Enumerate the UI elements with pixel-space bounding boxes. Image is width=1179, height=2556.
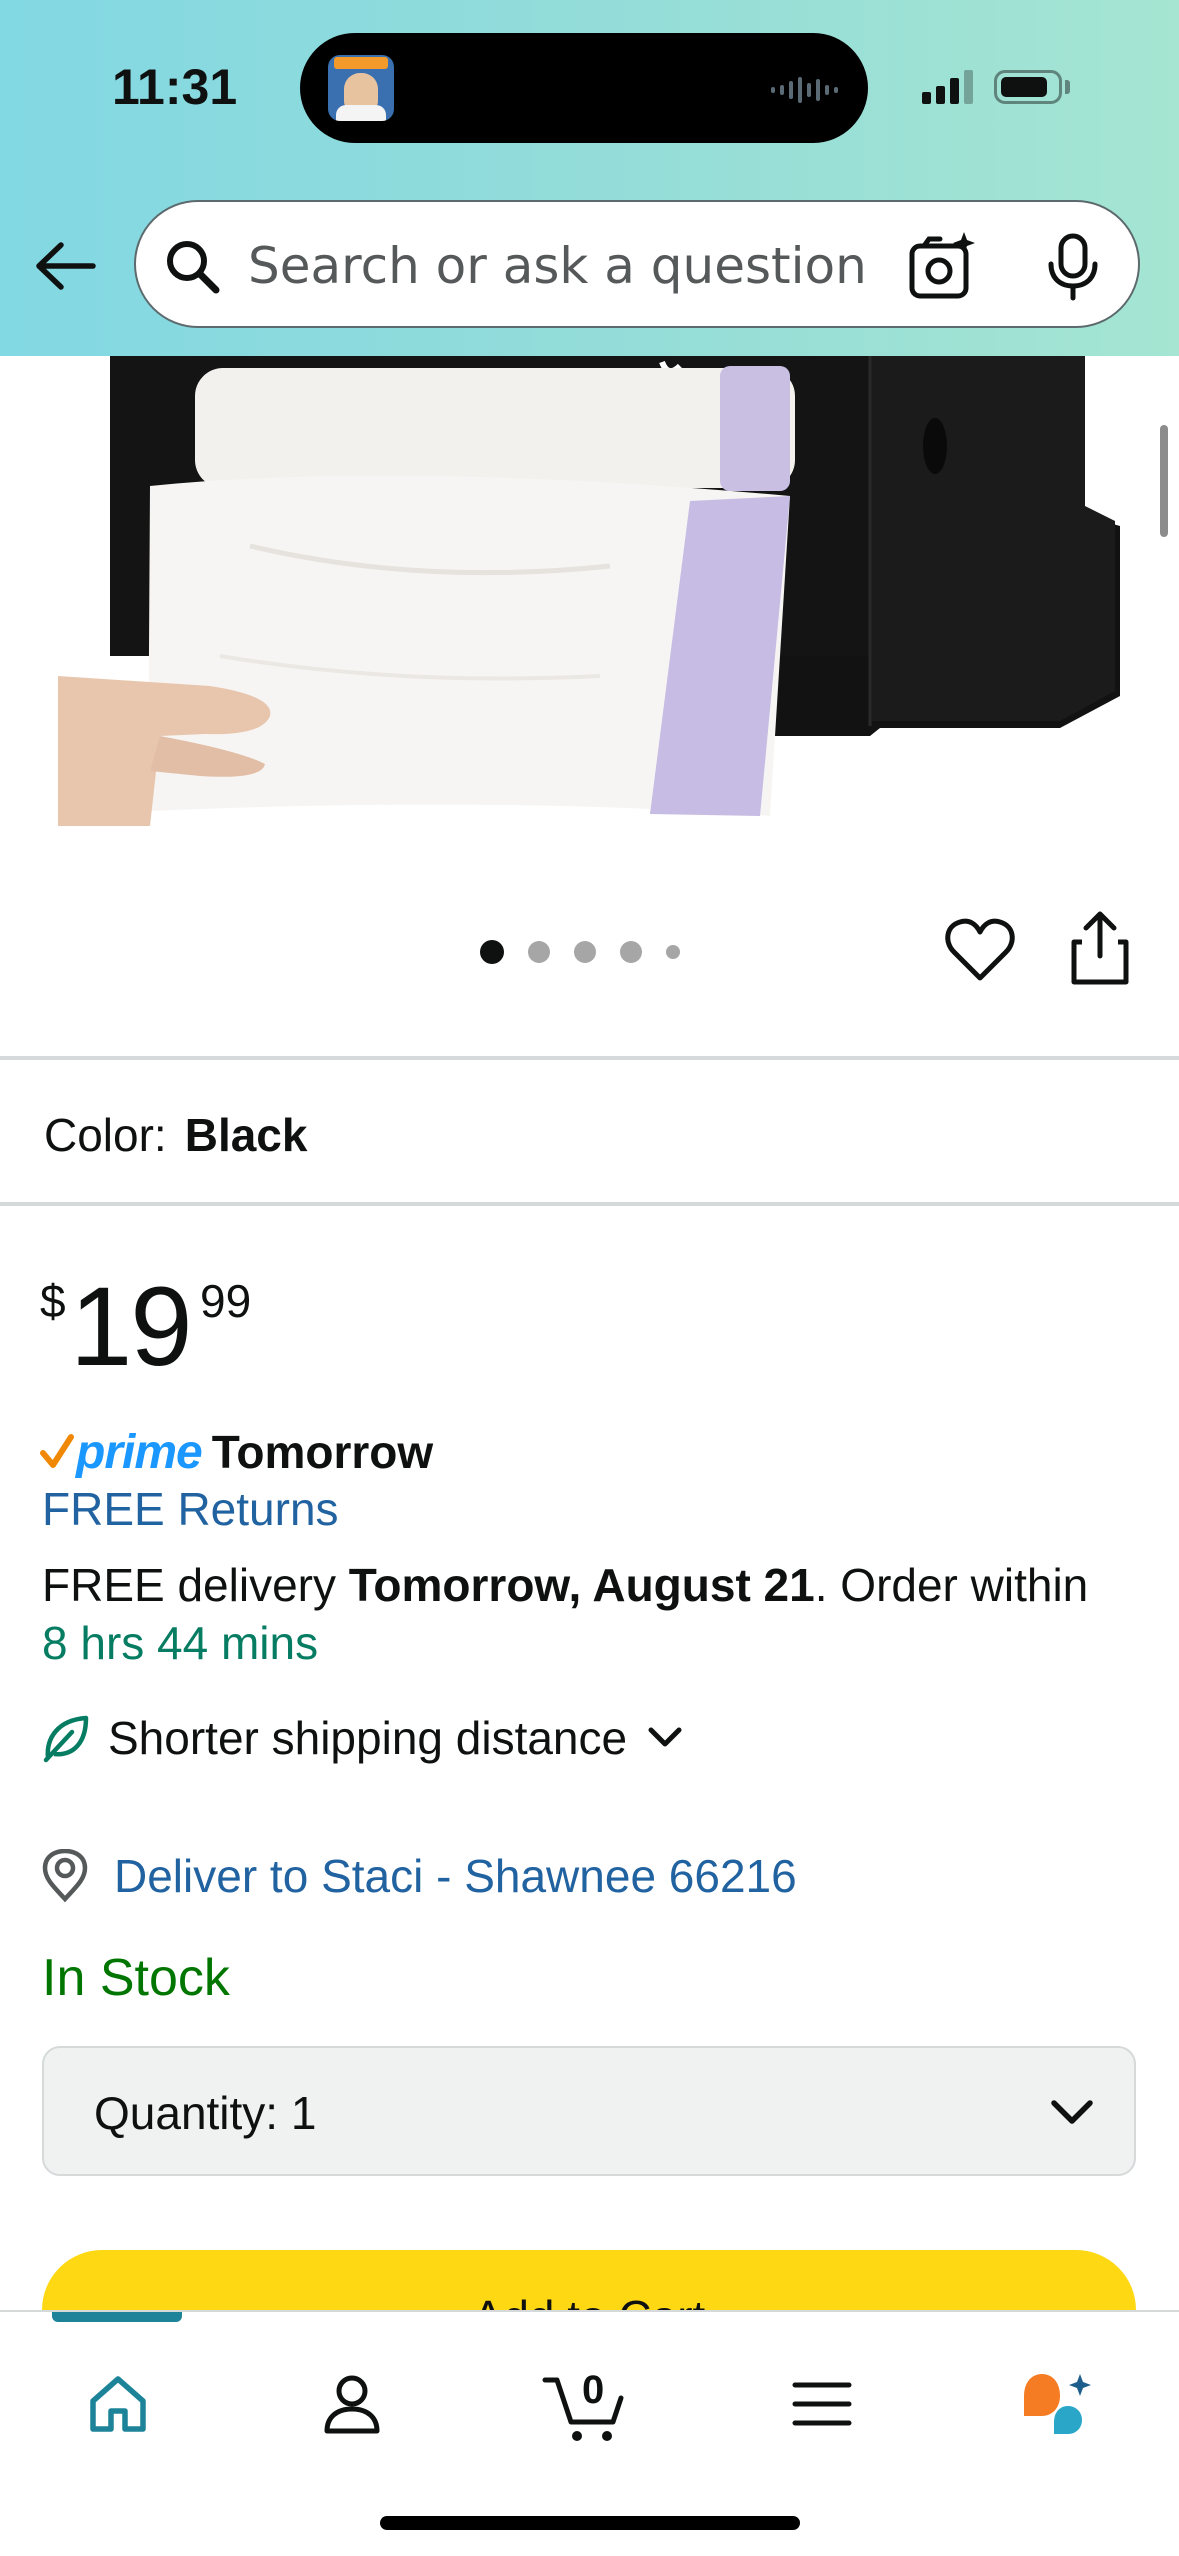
shipping-distance-label: Shorter shipping distance xyxy=(108,1712,628,1764)
search-input[interactable] xyxy=(248,230,908,302)
prime-delivery-day: Tomorrow xyxy=(211,1426,434,1478)
heart-icon[interactable] xyxy=(940,910,1020,990)
prime-check-icon xyxy=(40,1434,74,1468)
color-selection[interactable]: Color: Black xyxy=(44,1108,307,1162)
quantity-label: Quantity: xyxy=(94,2087,279,2139)
microphone-icon[interactable] xyxy=(1036,230,1110,304)
quantity-dropdown[interactable]: Quantity: 1 xyxy=(42,2046,1136,2176)
nav-home[interactable] xyxy=(68,2354,168,2454)
scrollbar[interactable] xyxy=(1160,425,1168,537)
free-returns-link[interactable]: FREE Returns xyxy=(42,1482,339,1536)
color-value: Black xyxy=(184,1109,308,1161)
delivery-message: FREE delivery Tomorrow, August 21. Order… xyxy=(42,1559,1089,1611)
leaf-icon xyxy=(43,1715,89,1763)
back-button[interactable] xyxy=(30,230,102,302)
carousel-dot[interactable] xyxy=(620,941,642,963)
shipping-distance-toggle[interactable]: Shorter shipping distance xyxy=(40,1706,687,1770)
order-countdown: 8 hrs 44 mins xyxy=(42,1617,319,1669)
carousel-dot[interactable] xyxy=(574,941,596,963)
live-activity-avatar-icon xyxy=(328,55,394,121)
delivery-date: Tomorrow, August 21 xyxy=(348,1559,815,1611)
product-image[interactable] xyxy=(0,356,1179,826)
camera-search-icon[interactable] xyxy=(906,230,980,304)
top-header: 11:31 xyxy=(0,0,1179,356)
carousel-dot-active[interactable] xyxy=(480,940,504,964)
home-indicator[interactable] xyxy=(380,2516,800,2530)
back-arrow-icon xyxy=(36,242,96,290)
prime-delivery: prime Tomorrow xyxy=(40,1422,433,1482)
rufus-assistant-icon xyxy=(1024,2374,1091,2434)
audio-wave-icon xyxy=(771,77,838,103)
dynamic-island xyxy=(300,33,868,143)
prime-logo: prime xyxy=(40,1425,203,1480)
home-icon xyxy=(90,2376,146,2432)
section-divider xyxy=(0,1202,1179,1206)
share-icon[interactable] xyxy=(1060,906,1140,990)
cellular-signal-icon xyxy=(922,70,973,104)
carousel-dot[interactable] xyxy=(666,945,680,959)
chevron-down-icon xyxy=(1051,2100,1093,2124)
nav-active-indicator xyxy=(52,2312,182,2322)
image-carousel-dots[interactable] xyxy=(480,940,680,964)
person-icon xyxy=(324,2375,380,2434)
price-fraction: 99 xyxy=(200,1275,252,1327)
chevron-down-icon xyxy=(648,1727,682,1747)
nav-cart[interactable]: 0 xyxy=(536,2354,636,2454)
color-label: Color: xyxy=(44,1109,167,1161)
section-divider xyxy=(0,1056,1179,1060)
price-whole: 19 xyxy=(70,1264,193,1389)
badge-icon xyxy=(334,57,388,69)
hamburger-menu-icon xyxy=(792,2382,852,2426)
product-photo xyxy=(0,356,1179,826)
search-bar[interactable] xyxy=(134,200,1140,328)
battery-icon xyxy=(994,70,1062,104)
location-pin-icon xyxy=(42,1849,88,1903)
status-time: 11:31 xyxy=(112,59,238,115)
nav-menu[interactable] xyxy=(772,2354,872,2454)
stock-status: In Stock xyxy=(42,1949,230,2007)
nav-account[interactable] xyxy=(302,2354,402,2454)
cart-count: 0 xyxy=(582,2368,605,2412)
price-currency: $ xyxy=(40,1275,66,1327)
search-icon xyxy=(167,241,220,294)
nav-rufus[interactable] xyxy=(1010,2354,1110,2454)
quantity-value: 1 xyxy=(290,2087,317,2139)
deliver-to-label: Deliver to Staci - Shawnee 66216 xyxy=(114,1850,797,1902)
deliver-to-location[interactable]: Deliver to Staci - Shawnee 66216 xyxy=(40,1844,797,1908)
carousel-dot[interactable] xyxy=(528,941,550,963)
